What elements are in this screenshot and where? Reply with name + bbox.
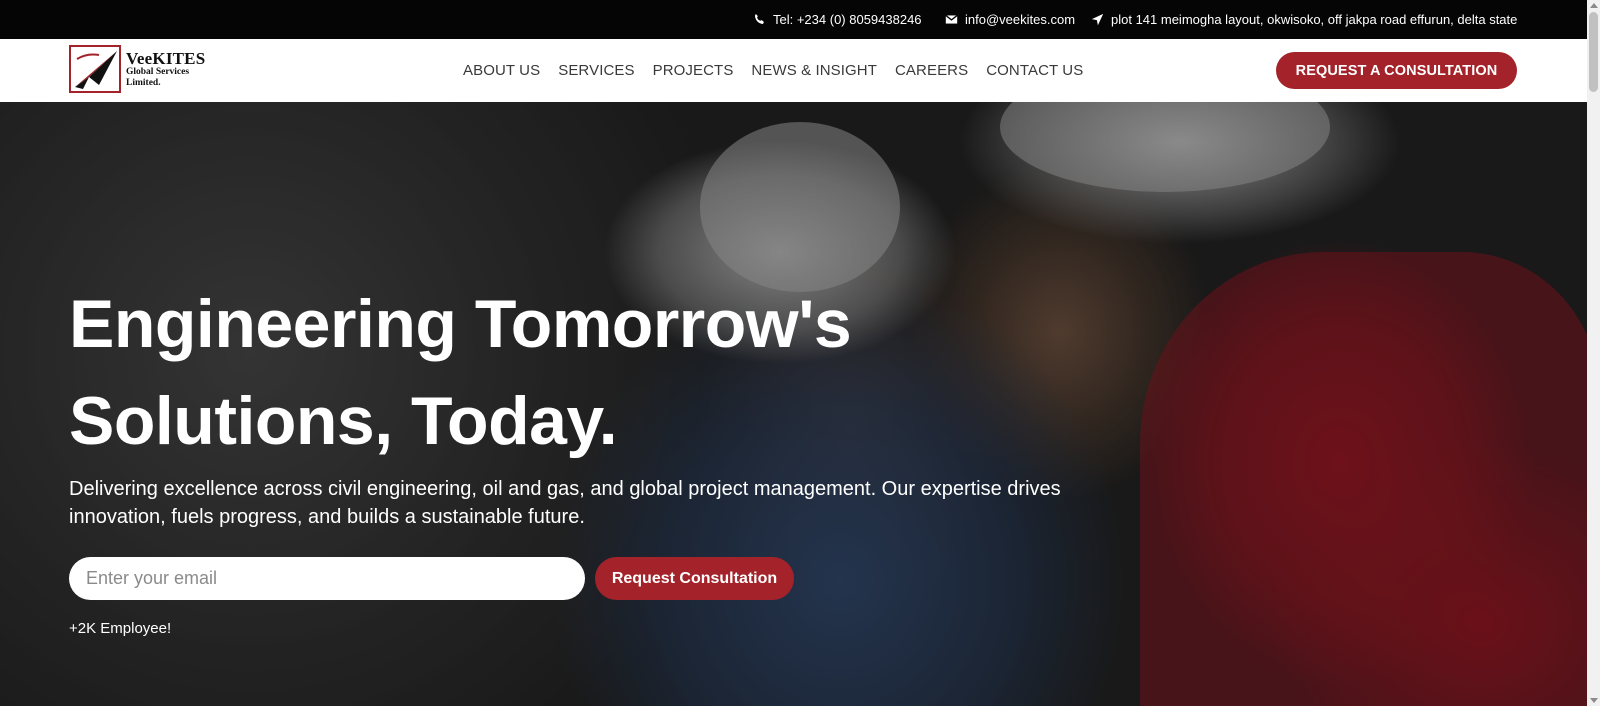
hero-title-line2: Solutions, Today. <box>69 383 618 459</box>
location-arrow-icon <box>1091 13 1104 26</box>
phone-contact[interactable]: Tel: +234 (0) 8059438246 <box>753 0 922 39</box>
address-contact[interactable]: plot 141 meimogha layout, okwisoko, off … <box>1091 0 1517 39</box>
phone-text: Tel: +234 (0) 8059438246 <box>773 12 922 27</box>
top-info-bar: Tel: +234 (0) 8059438246 info@veekites.c… <box>0 0 1587 39</box>
logo-line2: Global Services <box>126 67 190 77</box>
hero-description: Delivering excellence across civil engin… <box>69 478 1061 528</box>
nav-careers[interactable]: CAREERS <box>895 62 968 79</box>
scroll-up-icon[interactable] <box>1590 3 1598 8</box>
site-header: VeeKITES Global Services Limited. ABOUT … <box>0 39 1587 102</box>
email-contact[interactable]: info@veekites.com <box>945 0 1075 39</box>
hero-title: Engineering Tomorrow's Solutions, Today. <box>69 276 969 470</box>
scroll-down-icon[interactable] <box>1590 698 1598 703</box>
logo-line3: Limited. <box>126 77 161 88</box>
kite-logo-icon <box>69 45 121 93</box>
scroll-thumb[interactable] <box>1589 12 1598 92</box>
nav-services[interactable]: SERVICES <box>558 62 634 79</box>
phone-icon <box>754 13 764 24</box>
main-nav: ABOUT US SERVICES PROJECTS NEWS & INSIGH… <box>463 39 1083 102</box>
hero-title-line1: Engineering Tomorrow's <box>69 286 852 362</box>
email-text: info@veekites.com <box>965 12 1076 27</box>
address-text: plot 141 meimogha layout, okwisoko, off … <box>1111 12 1518 27</box>
logo-name: VeeKITES <box>126 49 206 68</box>
request-consultation-header-button[interactable]: REQUEST A CONSULTATION <box>1276 52 1517 89</box>
nav-contact-us[interactable]: CONTACT US <box>986 62 1083 79</box>
hero-section: Engineering Tomorrow's Solutions, Today.… <box>0 102 1587 706</box>
page-scrollbar[interactable] <box>1587 0 1600 706</box>
email-input[interactable] <box>69 557 585 600</box>
envelope-icon <box>945 14 958 24</box>
nav-about-us[interactable]: ABOUT US <box>463 62 540 79</box>
request-consultation-button[interactable]: Request Consultation <box>595 557 794 600</box>
nav-news-insight[interactable]: NEWS & INSIGHT <box>751 62 877 79</box>
logo-text: VeeKITES Global Services Limited. <box>126 50 205 88</box>
logo[interactable]: VeeKITES Global Services Limited. <box>69 45 229 93</box>
nav-projects[interactable]: PROJECTS <box>653 62 734 79</box>
employee-count: +2K Employee! <box>69 620 172 637</box>
